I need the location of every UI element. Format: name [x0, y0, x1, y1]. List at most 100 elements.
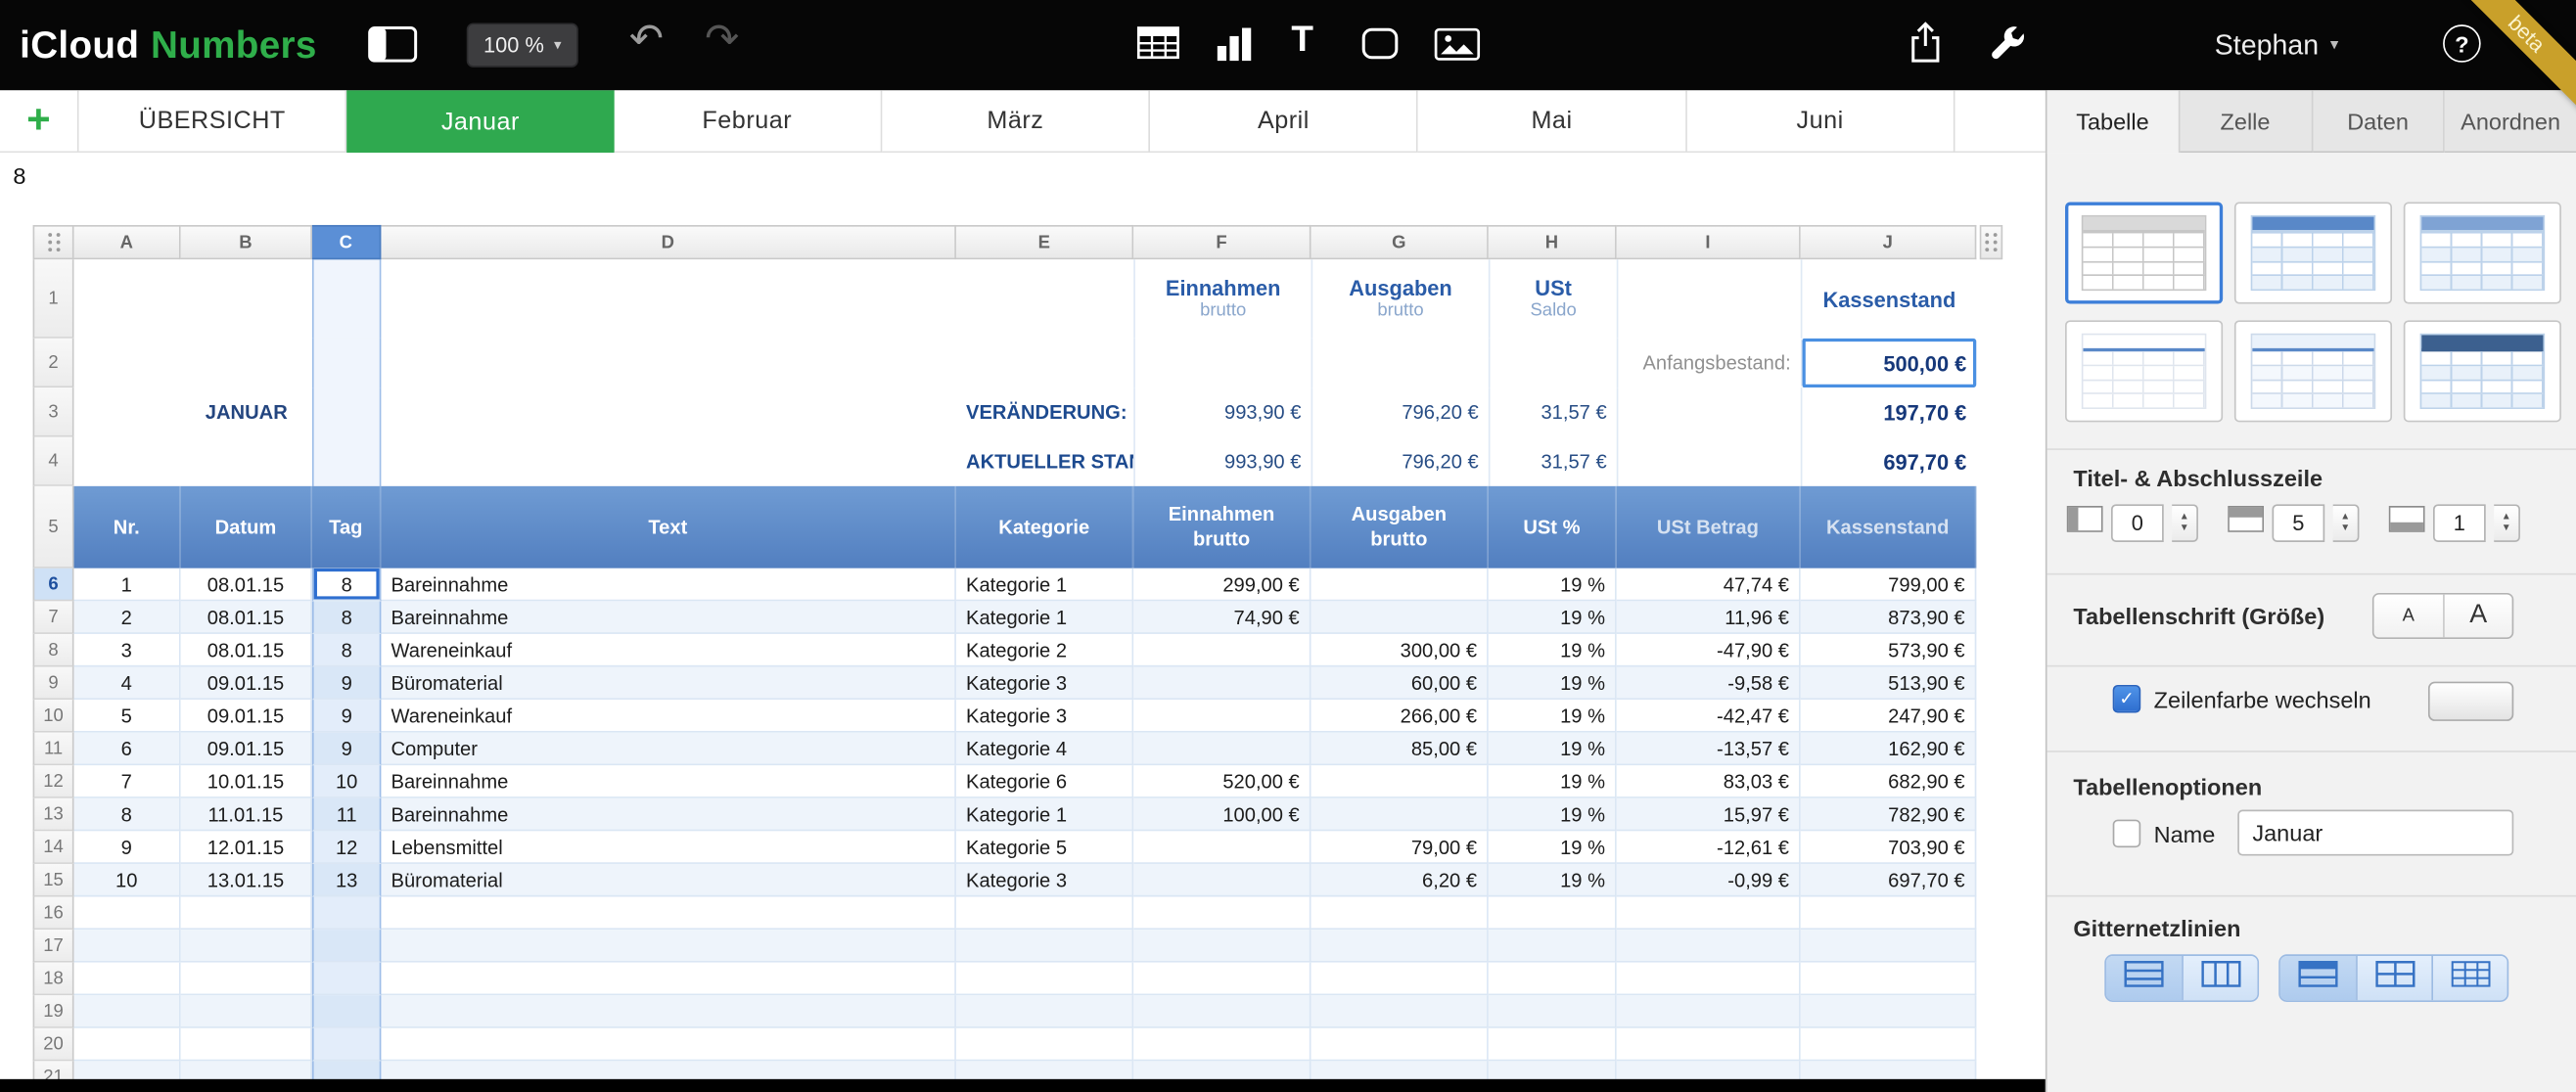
- cell-E3[interactable]: VERÄNDERUNG:: [956, 387, 1133, 436]
- cell-E7[interactable]: Kategorie 1: [956, 601, 1133, 634]
- cell-E1[interactable]: [956, 259, 1133, 339]
- sheet-tab-april[interactable]: April: [1150, 90, 1418, 153]
- insert-media-icon[interactable]: [1434, 26, 1480, 63]
- sheet-tab-februar[interactable]: Februar: [614, 90, 882, 153]
- cell-C14[interactable]: 12: [312, 831, 382, 864]
- cell-F10[interactable]: [1133, 700, 1311, 733]
- cell-F12[interactable]: 520,00 €: [1133, 765, 1311, 798]
- cell-G20[interactable]: [1311, 1028, 1489, 1062]
- row-header-2[interactable]: 2: [33, 339, 74, 387]
- cell-H20[interactable]: [1489, 1028, 1617, 1062]
- cell-I19[interactable]: [1617, 995, 1801, 1028]
- row-header-6[interactable]: 6: [33, 569, 74, 602]
- cell-C3[interactable]: [312, 387, 382, 436]
- cell-B1[interactable]: [181, 259, 312, 339]
- cell-C12[interactable]: 10: [312, 765, 382, 798]
- table-style-dark-header[interactable]: [2404, 320, 2561, 422]
- footer-rows-arrows[interactable]: ▲▼: [2494, 504, 2520, 542]
- cell-C18[interactable]: [312, 963, 382, 996]
- cell-J1[interactable]: Kassenstand: [1801, 259, 1977, 339]
- cell-A18[interactable]: [74, 963, 181, 996]
- cell-E16[interactable]: [956, 897, 1133, 931]
- cell-H15[interactable]: 19 %: [1489, 864, 1617, 897]
- insert-table-icon[interactable]: [1137, 24, 1180, 61]
- cell-F2[interactable]: [1133, 339, 1311, 387]
- cell-J4[interactable]: 697,70 €: [1801, 437, 1977, 486]
- cell-H12[interactable]: 19 %: [1489, 765, 1617, 798]
- cell-E20[interactable]: [956, 1028, 1133, 1062]
- cell-I6[interactable]: 47,74 €: [1617, 569, 1801, 602]
- row-header-16[interactable]: 16: [33, 897, 74, 931]
- cell-G2[interactable]: [1311, 339, 1489, 387]
- cell-B7[interactable]: 08.01.15: [181, 601, 312, 634]
- footer-rows-stepper[interactable]: 1▲▼: [2389, 504, 2520, 542]
- cell-D20[interactable]: [381, 1028, 956, 1062]
- cell-B4[interactable]: [181, 437, 312, 486]
- cell-D11[interactable]: Computer: [381, 733, 956, 766]
- cell-B16[interactable]: [181, 897, 312, 931]
- table-header-C5[interactable]: Tag: [312, 486, 382, 569]
- column-header-E[interactable]: E: [956, 225, 1133, 259]
- cell-D12[interactable]: Bareinnahme: [381, 765, 956, 798]
- cell-E13[interactable]: Kategorie 1: [956, 798, 1133, 832]
- cell-A17[interactable]: [74, 930, 181, 963]
- cell-G17[interactable]: [1311, 930, 1489, 963]
- cell-E11[interactable]: Kategorie 4: [956, 733, 1133, 766]
- cell-B19[interactable]: [181, 995, 312, 1028]
- cell-A20[interactable]: [74, 1028, 181, 1062]
- cell-J8[interactable]: 573,90 €: [1801, 634, 1977, 667]
- cell-A19[interactable]: [74, 995, 181, 1028]
- cell-I18[interactable]: [1617, 963, 1801, 996]
- column-header-A[interactable]: A: [74, 225, 181, 259]
- cell-I9[interactable]: -9,58 €: [1617, 667, 1801, 701]
- row-header-10[interactable]: 10: [33, 700, 74, 733]
- cell-E6[interactable]: Kategorie 1: [956, 569, 1133, 602]
- user-menu[interactable]: Stephan ▾: [2215, 0, 2339, 90]
- cell-H16[interactable]: [1489, 897, 1617, 931]
- cell-A10[interactable]: 5: [74, 700, 181, 733]
- column-header-C[interactable]: C: [312, 225, 382, 259]
- cell-J2[interactable]: 500,00 €: [1801, 339, 1977, 387]
- table-style-plain[interactable]: [2065, 202, 2223, 303]
- table-header-J5[interactable]: Kassenstand: [1801, 486, 1977, 569]
- cell-B10[interactable]: 09.01.15: [181, 700, 312, 733]
- cell-A7[interactable]: 2: [74, 601, 181, 634]
- cell-B6[interactable]: 08.01.15: [181, 569, 312, 602]
- gridlines-vertical-button[interactable]: [2182, 956, 2257, 1000]
- cell-A2[interactable]: [74, 339, 181, 387]
- gridlines-all-button[interactable]: [2356, 956, 2431, 1000]
- cell-A15[interactable]: 10: [74, 864, 181, 897]
- cell-F19[interactable]: [1133, 995, 1311, 1028]
- cell-D10[interactable]: Wareneinkauf: [381, 700, 956, 733]
- table-name-input[interactable]: [2237, 810, 2513, 856]
- cell-G4[interactable]: 796,20 €: [1311, 437, 1489, 486]
- cell-B3[interactable]: JANUAR: [181, 387, 312, 436]
- cell-G11[interactable]: 85,00 €: [1311, 733, 1489, 766]
- cell-B2[interactable]: [181, 339, 312, 387]
- cell-A16[interactable]: [74, 897, 181, 931]
- cell-E9[interactable]: Kategorie 3: [956, 667, 1133, 701]
- cell-D13[interactable]: Bareinnahme: [381, 798, 956, 832]
- cell-I10[interactable]: -42,47 €: [1617, 700, 1801, 733]
- zoom-control[interactable]: 100 % ▾: [467, 23, 578, 68]
- column-header-I[interactable]: I: [1617, 225, 1801, 259]
- cell-J9[interactable]: 513,90 €: [1801, 667, 1977, 701]
- cell-I2[interactable]: Anfangsbestand:: [1617, 339, 1801, 387]
- cell-C15[interactable]: 13: [312, 864, 382, 897]
- table-header-I5[interactable]: USt Betrag: [1617, 486, 1801, 569]
- cell-D16[interactable]: [381, 897, 956, 931]
- cell-B20[interactable]: [181, 1028, 312, 1062]
- cell-J20[interactable]: [1801, 1028, 1977, 1062]
- cell-F20[interactable]: [1133, 1028, 1311, 1062]
- row-header-5[interactable]: 5: [33, 486, 74, 569]
- cell-C13[interactable]: 11: [312, 798, 382, 832]
- row-color-well[interactable]: [2428, 682, 2513, 721]
- header-columns-stepper[interactable]: 0▲▼: [2067, 504, 2198, 542]
- table-right-handle[interactable]: [1980, 225, 2003, 259]
- cell-J15[interactable]: 697,70 €: [1801, 864, 1977, 897]
- cell-I14[interactable]: -12,61 €: [1617, 831, 1801, 864]
- table-header-E5[interactable]: Kategorie: [956, 486, 1133, 569]
- column-header-G[interactable]: G: [1311, 225, 1489, 259]
- cell-A3[interactable]: [74, 387, 181, 436]
- cell-A9[interactable]: 4: [74, 667, 181, 701]
